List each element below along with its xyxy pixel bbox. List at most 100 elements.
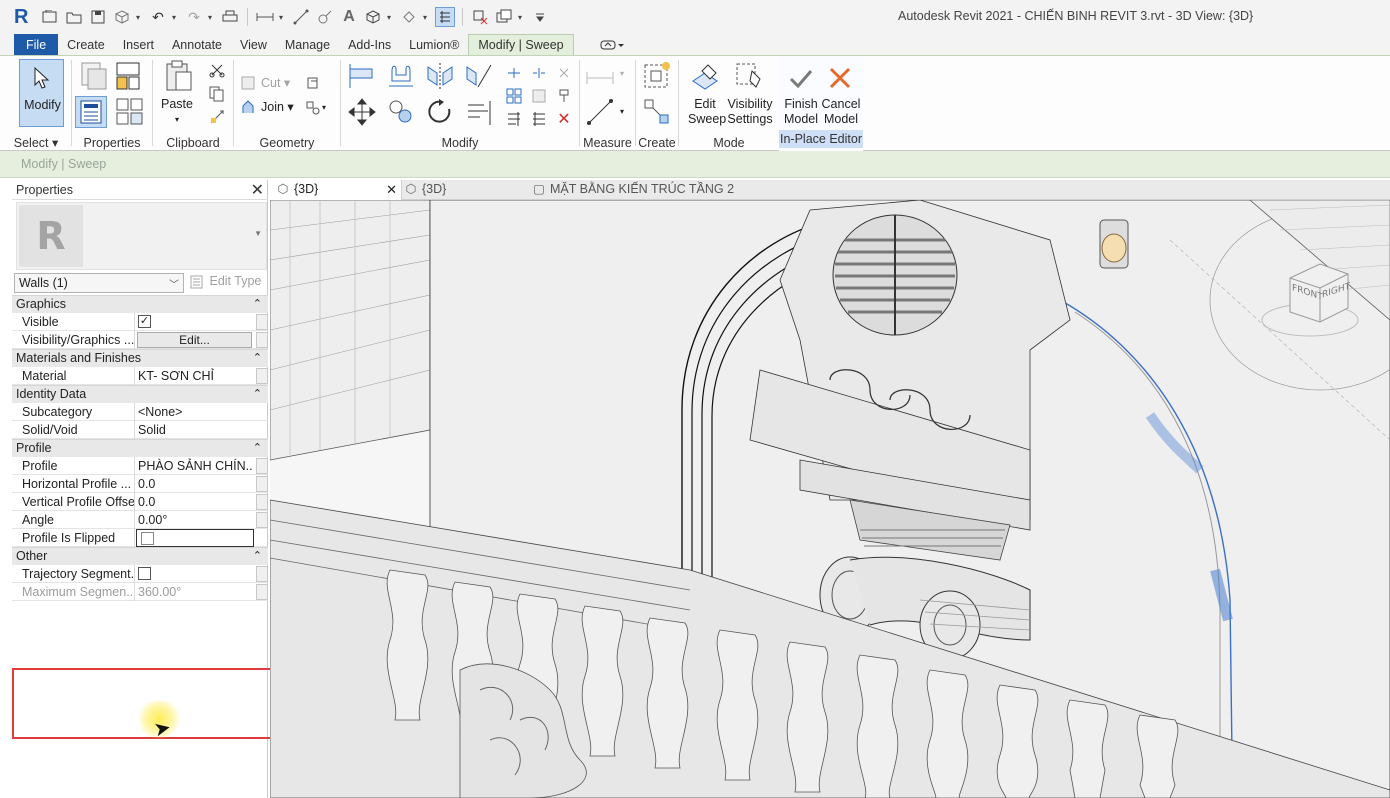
split-gap-icon[interactable]	[530, 64, 548, 82]
section-icon[interactable]	[399, 7, 419, 27]
panel-label-select[interactable]: Select ▾	[0, 135, 72, 150]
tab-view[interactable]: View	[231, 34, 276, 55]
paste-dropdown-icon[interactable]: ▾	[175, 112, 179, 127]
create-similar-icon[interactable]	[641, 96, 673, 128]
measure-between-icon[interactable]	[584, 62, 616, 94]
revit-logo[interactable]: R	[14, 6, 36, 29]
chevron-down-icon[interactable]: ▼	[254, 229, 262, 238]
switch-windows-dropdown-icon[interactable]: ▾	[518, 13, 526, 22]
redo-dropdown-icon[interactable]: ▾	[208, 13, 216, 22]
array-icon[interactable]	[505, 87, 523, 105]
match-properties-icon[interactable]	[208, 108, 226, 126]
tab-3d-view-active[interactable]: ⬡ {3D} ✕	[270, 180, 402, 200]
group-graphics[interactable]: Graphics ⌃	[12, 295, 268, 313]
redo-icon[interactable]: ↷	[184, 7, 204, 27]
trajectory-segmentation-checkbox[interactable]	[138, 567, 151, 581]
solid-void-value[interactable]: Solid	[136, 421, 253, 439]
tab-insert[interactable]: Insert	[114, 34, 163, 55]
tab-create[interactable]: Create	[58, 34, 114, 55]
tab-modify-sweep[interactable]: Modify | Sweep	[468, 34, 574, 55]
close-icon[interactable]: ✕	[386, 180, 397, 199]
cut-geometry-label[interactable]: Cut ▾	[261, 76, 290, 91]
rotate-icon[interactable]	[424, 96, 456, 128]
wall-joins-icon[interactable]	[304, 74, 322, 92]
paste-label[interactable]: Paste	[161, 97, 193, 112]
cancel-model-label[interactable]: Cancel Model	[821, 97, 861, 127]
undo-dropdown-icon[interactable]: ▾	[172, 13, 180, 22]
join-geometry-label[interactable]: Join ▾	[261, 100, 294, 115]
join-geometry-icon[interactable]	[239, 99, 257, 117]
tag-icon[interactable]	[315, 7, 335, 27]
group-identity-data[interactable]: Identity Data ⌃	[12, 385, 268, 403]
split-element-icon[interactable]	[505, 64, 523, 82]
edit-type-button[interactable]: Edit Type	[190, 274, 261, 289]
cut-geometry-icon[interactable]	[239, 74, 257, 92]
properties-icon[interactable]	[75, 96, 107, 128]
folder-icon[interactable]	[64, 7, 84, 27]
edit-sweep-icon[interactable]	[689, 60, 721, 92]
family-types-icon[interactable]	[114, 60, 146, 92]
open-icon[interactable]	[40, 7, 60, 27]
horizontal-offset-value[interactable]: 0.0	[136, 475, 253, 493]
material-value[interactable]: KT- SƠN CHỈ	[136, 367, 253, 385]
delete-icon[interactable]: ✕	[555, 110, 573, 128]
tab-annotate[interactable]: Annotate	[163, 34, 231, 55]
tab-lumion[interactable]: Lumion®	[400, 34, 468, 55]
close-hidden-icon[interactable]	[470, 7, 490, 27]
modify-button[interactable]: Modify	[19, 59, 64, 127]
mirror-axis-icon[interactable]	[424, 60, 456, 92]
subcategory-value[interactable]: <None>	[136, 403, 253, 421]
profile-flipped-checkbox[interactable]	[141, 532, 154, 546]
tab-add-ins[interactable]: Add-Ins	[339, 34, 400, 55]
move-icon[interactable]	[346, 96, 378, 128]
group-other[interactable]: Other ⌃	[12, 547, 268, 565]
finish-model-label[interactable]: Finish Model	[782, 97, 820, 127]
ribbon-minimize-icon[interactable]	[594, 34, 630, 55]
split-face-icon[interactable]	[304, 99, 322, 117]
cancel-model-icon[interactable]	[824, 62, 856, 94]
pin-icon[interactable]	[555, 87, 573, 105]
mirror-draw-icon[interactable]	[463, 60, 495, 92]
tab-3d-view[interactable]: ⬡ {3D}	[404, 180, 524, 200]
edit-sweep-label[interactable]: Edit Sweep	[688, 97, 726, 127]
create-group-icon[interactable]	[641, 60, 673, 92]
text-icon[interactable]: A	[339, 7, 359, 27]
3d-view-dropdown-icon[interactable]: ▾	[387, 13, 395, 22]
type-selector-icon[interactable]	[114, 96, 146, 128]
profile-flipped-field[interactable]	[136, 529, 254, 547]
measure-icon[interactable]	[255, 7, 275, 27]
close-icon[interactable]: ✕	[251, 180, 264, 200]
scale-icon[interactable]	[530, 87, 548, 105]
cut-scissors-icon[interactable]	[208, 61, 226, 79]
tab-floor-plan[interactable]: ▢ MẶT BẰNG KIẾN TRÚC TẦNG 2	[532, 180, 792, 200]
section-dropdown-icon[interactable]: ▾	[423, 13, 431, 22]
type-properties-icon[interactable]	[77, 60, 109, 92]
offset-icon[interactable]	[385, 60, 417, 92]
trim-extend-icon[interactable]	[463, 96, 495, 128]
trim-multiple-icon[interactable]	[530, 110, 548, 128]
3d-viewport[interactable]: FRONT RIGHT	[270, 200, 1390, 798]
type-preview[interactable]: R ▼	[16, 202, 267, 270]
group-profile[interactable]: Profile ⌃	[12, 439, 268, 457]
customize-icon[interactable]	[530, 7, 550, 27]
type-selector-dropdown[interactable]: Walls (1) ﹀	[14, 273, 184, 293]
visible-checkbox[interactable]: ✓	[138, 315, 151, 329]
dimension-dropdown-icon[interactable]: ▾	[620, 104, 624, 119]
save-icon[interactable]	[88, 7, 108, 27]
split-face-dropdown-icon[interactable]: ▾	[322, 100, 326, 115]
measure-dropdown-icon[interactable]: ▾	[279, 13, 287, 22]
vertical-offset-value[interactable]: 0.0	[136, 493, 253, 511]
undo-icon[interactable]: ↶	[148, 7, 168, 27]
aligned-dimension-icon[interactable]	[584, 96, 616, 128]
angle-value[interactable]: 0.00°	[136, 511, 253, 529]
sync-icon[interactable]	[112, 7, 132, 27]
visibility-edit-button[interactable]: Edit...	[137, 332, 252, 348]
visibility-settings-icon[interactable]	[733, 60, 765, 92]
unpin-icon[interactable]	[555, 64, 573, 82]
dimension-icon[interactable]	[291, 7, 311, 27]
group-materials-finishes[interactable]: Materials and Finishes ⌃	[12, 349, 268, 367]
trim-corner-icon[interactable]	[505, 110, 523, 128]
3d-view-icon[interactable]	[363, 7, 383, 27]
viewcube[interactable]: FRONT RIGHT	[1260, 258, 1360, 348]
thin-lines-icon[interactable]	[435, 7, 455, 27]
